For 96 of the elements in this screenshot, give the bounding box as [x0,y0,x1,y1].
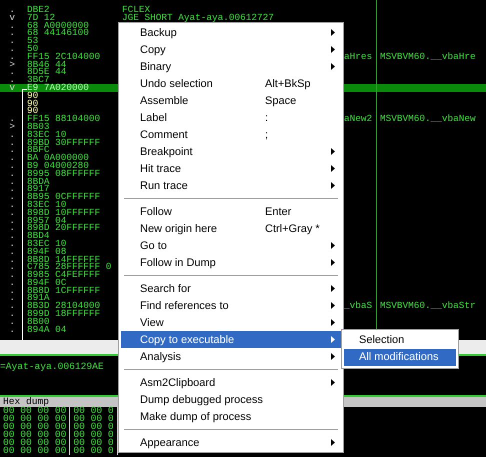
gutter-mark: . [8,224,15,232]
hex-code: 68 A0000000 [27,22,90,30]
comment-text: aNew2 [344,115,374,123]
hex-bytes: 00 00 00 00 [3,447,70,455]
comment-text: _vbaS [344,302,374,310]
hex-code: 8B00 [27,318,51,326]
hex-bytes: 00 00 00 00 [3,439,70,447]
gutter-mark: . [8,278,15,287]
gutter-mark: . [8,302,15,310]
hex-code: 8B95 0CFFFFFF [27,193,102,201]
hex-code: 8957 04 [27,216,66,224]
gutter-mark: > [8,60,15,68]
hex-code: 68 44146100 [27,29,90,38]
gutter-mark: . [8,154,15,162]
gutter-mark: . [8,44,15,53]
gutter-mark: . [8,256,15,264]
hex-code: 89BD 30FFFFFF [27,138,102,146]
instruction: FCLEX [122,6,150,14]
hex-code: 894A 04 [27,326,68,334]
hex-code: 50 [27,44,38,53]
gutter-mark: . [8,52,15,61]
hex-code: 891A [27,294,51,302]
hex-bytes: 00 00 00 00 [3,431,70,439]
header-label: Hex dump [3,396,50,407]
gutter-mark: . [8,318,15,326]
gutter-mark: . [8,208,15,217]
hex-code: 8B8D 1CFFFFFF [27,286,102,294]
hex-bytes: 00 00 00 00 [3,407,70,415]
instruction: JGE SHORT Ayat-aya.00612727 [122,14,275,22]
hex-code: 53 [27,37,40,45]
gutter-mark: . [8,310,15,318]
gutter-mark: . [8,162,15,170]
hex-code: 898D 10FFFFFF [27,208,102,217]
hex-code: 90 [27,107,38,116]
comment-text: MSVBVM60.__vbaNew [380,115,477,123]
hex-code: B9 04000280 [27,162,89,170]
hex-code: BA 0A000000 [27,154,90,162]
comment-text: MSVBVM60.__vbaHre [380,52,477,61]
gutter-mark: . [8,115,15,123]
hex-bytes: 00 00 00 00 [3,415,70,423]
gutter-mark: . [8,37,15,45]
gutter-mark: . [8,326,15,334]
hex-code: 3BC7 [27,76,50,84]
hex-code: E9 7A020000 [27,84,90,92]
gutter-mark: . [8,193,15,201]
hex-code: 8995 08FFFFFF [27,170,102,178]
hex-code: 83EC 10 [27,240,68,248]
hex-code: C785 28FFFFFF 0 [27,263,112,272]
hex-code: 90 [27,92,40,100]
hex-code: 8917 [27,185,51,194]
hex-code: 8B3D 28104000 [27,302,102,310]
hex-code: 8BFC [27,146,50,154]
hex-code: 83EC 10 [27,130,66,139]
comment-text: MSVBVM60.__vbaStr [380,302,477,310]
gutter-mark: . [8,130,15,139]
gutter-mark: . [8,29,15,38]
gutter-mark: . [8,263,15,272]
hex-code: DBE2 [27,6,50,14]
hex-code: 8D5E 44 [27,68,68,76]
gutter-mark: v [8,14,15,22]
hex-code: FF15 88104000 [27,115,102,123]
hex-code: 8B46 44 [27,60,66,68]
hex-bytes: 00 00 00 00 [3,423,70,431]
info-text: =Ayat-aya.006129AE [0,361,104,372]
gutter-mark: . [8,271,15,279]
hex-code: FF15 2C104000 [27,52,102,61]
gutter-mark: v [8,84,15,92]
hex-code: 8B03 [27,122,51,131]
gutter-mark: > [8,122,15,131]
hex-code: 894F 08 [27,248,66,256]
gutter-mark: . [8,6,15,14]
gutter-mark: . [8,68,15,76]
gutter-mark: . [8,286,15,294]
hex-code: 8985 C4FEFFFF [27,271,102,279]
gutter-mark: . [8,216,15,224]
gutter-mark: . [8,22,15,30]
gutter-mark: . [8,240,15,248]
gutter-mark: . [8,232,15,240]
hex-code: 898D 20FFFFFF [27,224,102,232]
gutter-mark: . [8,200,15,209]
hex-code: 8BDA [27,178,51,186]
gutter-mark: . [8,185,15,194]
gutter-mark: . [8,248,15,256]
hex-code: 899D 18FFFFFF [27,310,102,318]
gutter-mark: . [8,178,15,186]
gutter-mark: . [8,146,15,154]
gutter-mark: . [8,138,15,146]
hex-code: 894F 0C [27,278,66,287]
gutter-mark: . [8,294,15,302]
gutter-mark: . [8,76,15,84]
hex-code: 7D 12 [27,14,56,22]
hex-code: 8B8D 14FFFFFF [27,256,102,264]
comment-text: aHres [344,52,374,61]
hex-code: 83EC 10 [27,200,66,209]
hex-code: 8BD4 [27,232,51,240]
gutter-mark: . [8,170,15,178]
